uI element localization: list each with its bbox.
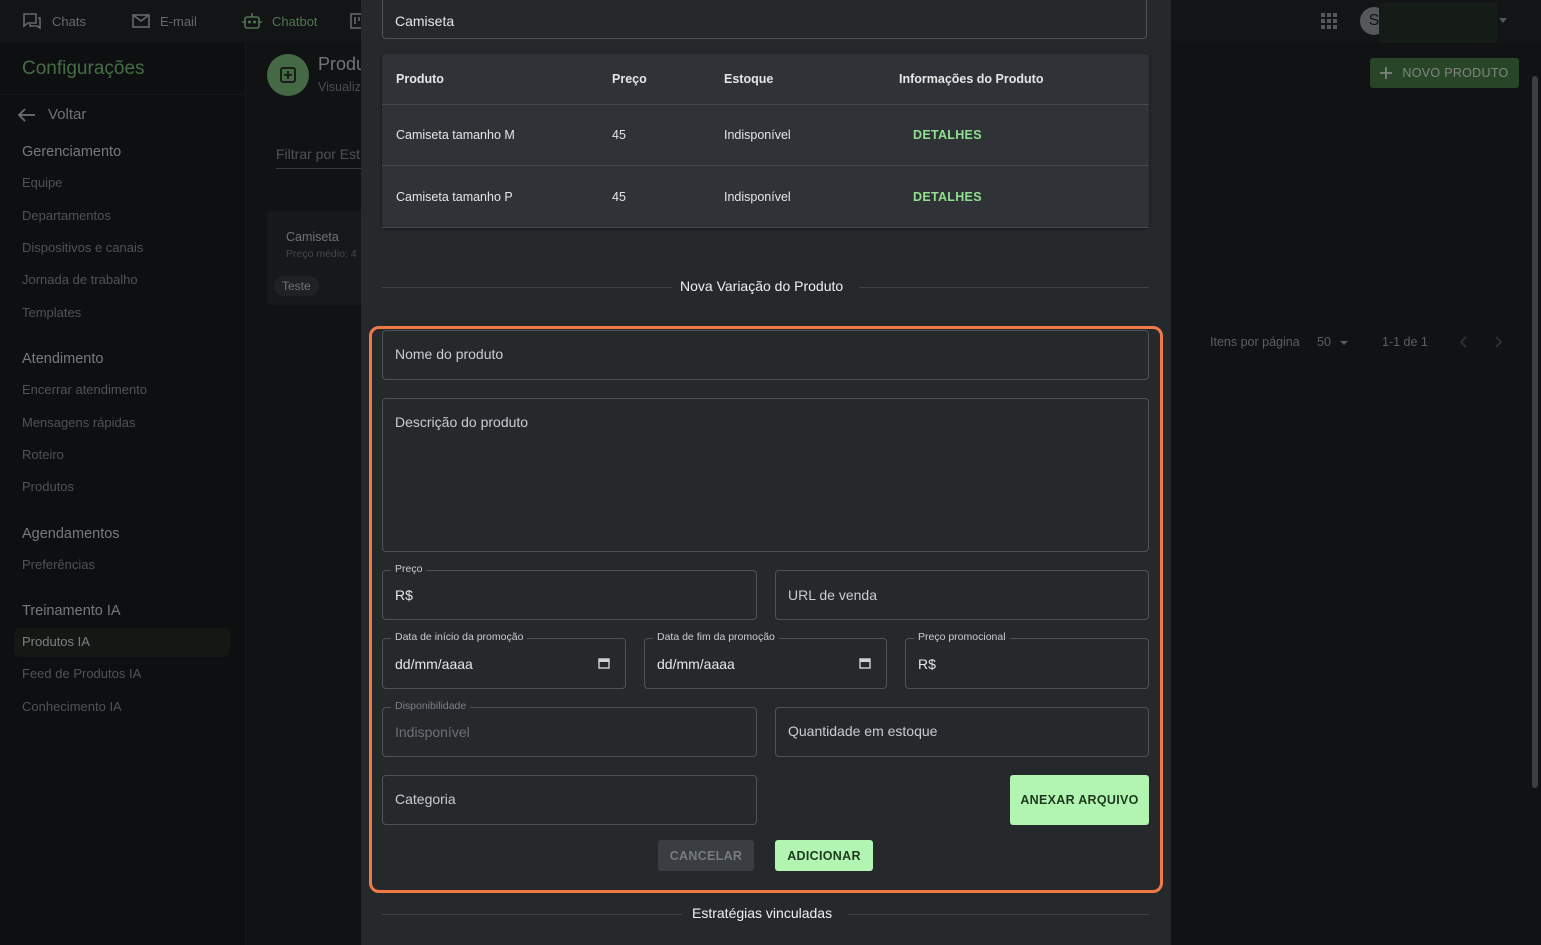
promo-start-label: Data de início da promoção — [391, 631, 528, 643]
promo-price-value: R$ — [918, 656, 936, 672]
sale-url-input[interactable]: URL de venda — [775, 570, 1149, 620]
availability-label: Disponibilidade — [391, 700, 471, 712]
section-divider-right — [848, 914, 1149, 915]
header-produto: Produto — [396, 72, 444, 86]
product-description-textarea[interactable]: Descrição do produto — [382, 398, 1149, 552]
row-estoque: Indisponível — [724, 190, 791, 204]
header-informacoes: Informações do Produto — [899, 72, 1044, 86]
row-produto: Camiseta tamanho M — [396, 128, 515, 142]
row-produto: Camiseta tamanho P — [396, 190, 513, 204]
calendar-icon[interactable] — [859, 657, 871, 669]
category-input[interactable]: Categoria — [382, 775, 757, 825]
table-row-divider — [382, 165, 1149, 166]
header-preco: Preço — [612, 72, 647, 86]
cancel-button[interactable]: CANCELAR — [658, 840, 754, 871]
section-divider-left — [382, 287, 672, 288]
category-placeholder: Categoria — [395, 791, 456, 807]
price-value: R$ — [395, 587, 413, 603]
add-button[interactable]: ADICIONAR — [775, 840, 873, 871]
product-description-placeholder: Descrição do produto — [395, 414, 529, 430]
product-name-input[interactable]: Nome do produto — [382, 330, 1149, 380]
attach-file-button[interactable]: ANEXAR ARQUIVO — [1010, 775, 1149, 825]
promo-start-value: dd/mm/aaaa — [395, 656, 473, 672]
variations-table: Produto Preço Estoque Informações do Pro… — [382, 54, 1149, 228]
promo-end-date-input[interactable]: Data de fim da promoção dd/mm/aaaa — [644, 631, 887, 689]
details-button[interactable]: DETALHES — [913, 128, 982, 142]
linked-strategies-title: Estratégias vinculadas — [692, 905, 833, 921]
price-label: Preço — [391, 563, 427, 575]
sale-url-placeholder: URL de venda — [788, 587, 877, 603]
product-name-placeholder: Nome do produto — [395, 346, 504, 362]
new-variation-title: Nova Variação do Produto — [680, 278, 844, 294]
promo-end-value: dd/mm/aaaa — [657, 656, 735, 672]
stock-quantity-placeholder: Quantidade em estoque — [788, 723, 938, 739]
details-button[interactable]: DETALHES — [913, 190, 982, 204]
promo-end-label: Data de fim da promoção — [653, 631, 779, 643]
row-estoque: Indisponível — [724, 128, 791, 142]
price-input[interactable]: Preço R$ — [382, 563, 757, 620]
section-divider-left — [382, 914, 682, 915]
availability-select: Disponibilidade Indisponível — [382, 700, 757, 757]
product-name-value: Camiseta — [395, 13, 455, 29]
section-divider-right — [859, 287, 1149, 288]
product-name-field[interactable]: Camiseta — [382, 0, 1147, 39]
table-row-divider — [382, 227, 1149, 228]
promo-price-label: Preço promocional — [914, 631, 1010, 643]
availability-value: Indisponível — [395, 724, 470, 740]
table-header-divider — [382, 104, 1149, 105]
promo-start-date-input[interactable]: Data de início da promoção dd/mm/aaaa — [382, 631, 626, 689]
promo-price-input[interactable]: Preço promocional R$ — [905, 631, 1149, 689]
row-preco: 45 — [612, 190, 626, 204]
header-estoque: Estoque — [724, 72, 774, 86]
calendar-icon[interactable] — [598, 657, 610, 669]
stock-quantity-input[interactable]: Quantidade em estoque — [775, 707, 1149, 757]
row-preco: 45 — [612, 128, 626, 142]
